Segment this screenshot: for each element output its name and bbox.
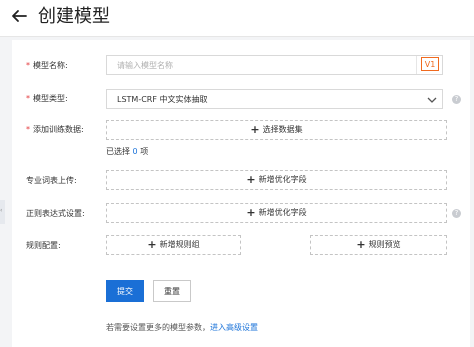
chevron-down-icon — [427, 97, 437, 103]
selected-count-number: 0 — [132, 147, 138, 156]
model-name-input[interactable] — [106, 55, 443, 75]
rule-config-label: 规则配置: — [26, 241, 61, 250]
model-type-select[interactable]: LSTM-CRF 中文实体抽取 — [106, 89, 443, 109]
add-rule-group-button[interactable]: + 新增规则组 — [106, 235, 241, 255]
required-mark: * — [26, 94, 30, 103]
side-collapse-handle[interactable]: ‹ — [0, 200, 5, 224]
plus-icon: + — [246, 206, 256, 219]
selected-count-text: 已选择 0 项 — [106, 147, 149, 156]
plus-icon: + — [356, 238, 366, 251]
regex-add-field-button[interactable]: + 新增优化字段 — [106, 203, 447, 223]
model-type-value: LSTM-CRF 中文实体抽取 — [117, 95, 208, 104]
rule-preview-button[interactable]: + 规则预览 — [310, 235, 447, 255]
chevron-left-icon: ‹ — [0, 207, 3, 214]
form-panel — [12, 40, 470, 347]
help-icon[interactable]: ? — [452, 209, 461, 218]
training-data-label: * 添加训练数据: — [26, 125, 84, 134]
required-mark: * — [26, 61, 30, 70]
model-name-label: * 模型名称: — [26, 61, 68, 70]
version-badge: V1 — [421, 57, 439, 71]
advanced-settings-text: 若需要设置更多的模型参数， — [106, 323, 210, 332]
vocab-upload-label: 专业词表上传: — [26, 176, 77, 185]
plus-icon: + — [246, 173, 256, 186]
select-dataset-button[interactable]: + 选择数据集 — [106, 120, 447, 140]
model-type-label: * 模型类型: — [26, 94, 68, 103]
rule-preview-label: 规则预览 — [368, 240, 401, 249]
advanced-settings-note: 若需要设置更多的模型参数，进入高级设置 — [106, 322, 258, 334]
input-divider — [416, 56, 417, 74]
page-title: 创建模型 — [38, 6, 110, 27]
regex-add-field-label: 新增优化字段 — [258, 208, 307, 217]
required-mark: * — [26, 125, 30, 134]
vocab-add-field-label: 新增优化字段 — [258, 175, 307, 184]
submit-button[interactable]: 提交 — [106, 280, 144, 302]
plus-icon: + — [250, 123, 260, 136]
page-header: 创建模型 — [0, 0, 474, 37]
vocab-add-field-button[interactable]: + 新增优化字段 — [106, 170, 447, 190]
reset-button[interactable]: 重置 — [153, 280, 191, 302]
advanced-settings-link[interactable]: 进入高级设置 — [210, 323, 258, 332]
back-arrow-icon[interactable] — [11, 8, 27, 24]
add-rule-group-label: 新增规则组 — [159, 240, 200, 249]
select-dataset-label: 选择数据集 — [262, 125, 303, 134]
help-icon[interactable]: ? — [452, 95, 461, 104]
plus-icon: + — [147, 238, 157, 251]
regex-setting-label: 正则表达式设置: — [26, 209, 85, 218]
